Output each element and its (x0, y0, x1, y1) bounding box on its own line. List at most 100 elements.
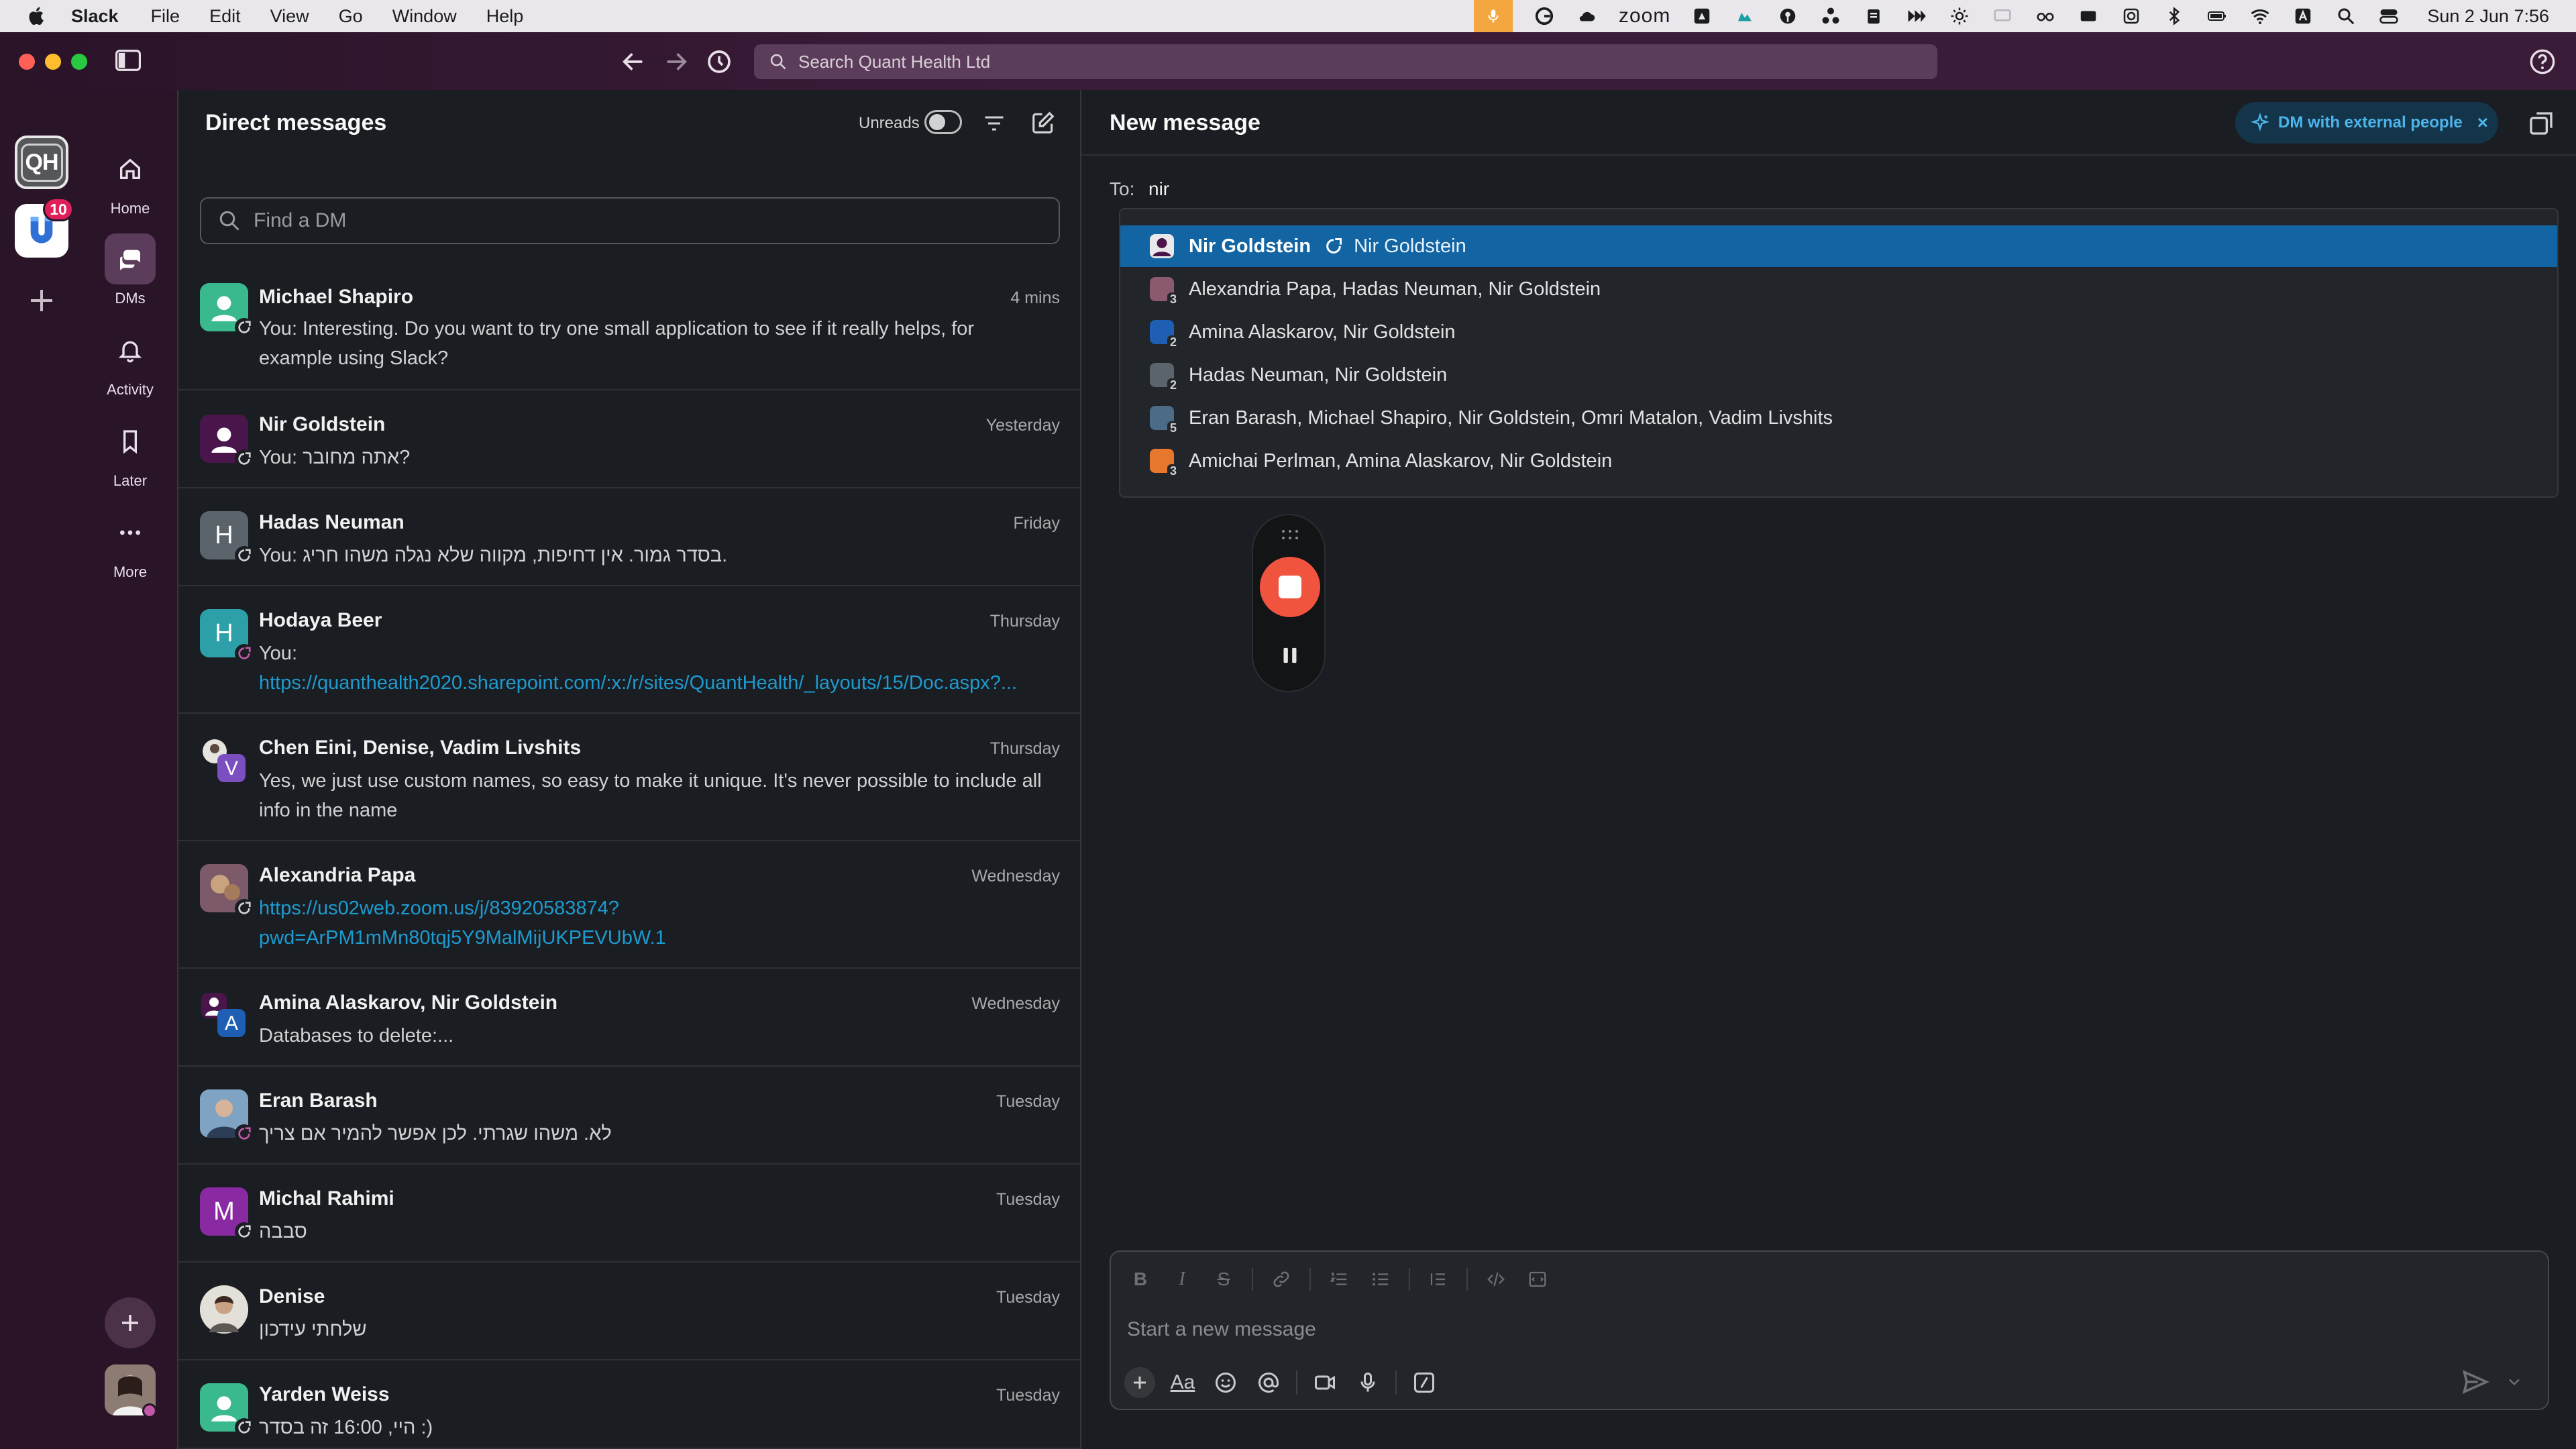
italic-icon[interactable]: I (1169, 1266, 1195, 1293)
suggestion-item[interactable]: 3 Amichai Perlman, Amina Alaskarov, Nir … (1120, 440, 2557, 482)
zoom-link[interactable]: https://us02web.zoom.us/j/83920583874? (259, 894, 1064, 923)
dm-row-group-chen-denise-vadim[interactable]: V Chen Eini, Denise, Vadim Livshits Thur… (178, 714, 1081, 841)
suggestion-item[interactable]: 5 Eran Barash, Michael Shapiro, Nir Gold… (1120, 397, 2557, 439)
pause-icon[interactable] (1277, 643, 1303, 668)
dm-row-eran-barash[interactable]: Eran Barash Tuesday לא. משהו שגרתי. לכן … (178, 1067, 1081, 1165)
send-icon[interactable] (2461, 1367, 2490, 1397)
find-dm-input[interactable]: Find a DM (200, 197, 1060, 244)
minimize-window-button[interactable] (45, 54, 61, 70)
nav-later[interactable]: Later (83, 416, 177, 490)
bluetooth-icon[interactable] (2163, 6, 2186, 26)
suggestion-item[interactable]: 3 Alexandria Papa, Hadas Neuman, Nir Gol… (1120, 268, 2557, 310)
strikethrough-icon[interactable]: S (1210, 1266, 1237, 1293)
nav-dms-label: DMs (115, 290, 146, 307)
forward-arrow-icon[interactable] (663, 48, 690, 75)
external-connection-icon (235, 449, 254, 468)
nav-dms[interactable]: DMs (83, 233, 177, 307)
bullet-list-icon[interactable] (1367, 1266, 1394, 1293)
history-clock-icon[interactable] (706, 48, 733, 75)
brightness-icon[interactable] (1948, 6, 1971, 26)
wifi-icon[interactable] (2249, 6, 2271, 26)
control-center-icon[interactable] (2377, 6, 2400, 26)
screen-mirror-icon[interactable] (1991, 6, 2014, 26)
dm-row-denise[interactable]: Denise Tuesday שלחתי עידכון (178, 1263, 1081, 1360)
formatting-toggle-button[interactable]: Aa (1167, 1367, 1198, 1398)
code-block-icon[interactable] (1524, 1266, 1551, 1293)
connections-icon[interactable] (1819, 6, 1842, 26)
input-source-icon[interactable] (2292, 6, 2314, 26)
nav-more[interactable]: More (83, 507, 177, 581)
glasses-icon[interactable] (2034, 6, 2057, 26)
suggestion-item[interactable]: Nir Goldstein Nir Goldstein (1120, 225, 2557, 267)
display-icon[interactable] (2077, 6, 2100, 26)
menu-help[interactable]: Help (486, 6, 524, 27)
sharepoint-link[interactable]: https://quanthealth2020.sharepoint.com/:… (259, 668, 1064, 698)
dm-row-michal-rahimi[interactable]: M Michal Rahimi Tuesday סבבה (178, 1165, 1081, 1263)
menu-edit[interactable]: Edit (209, 6, 241, 27)
create-new-button[interactable] (105, 1297, 156, 1348)
menu-file[interactable]: File (151, 6, 180, 27)
help-icon[interactable] (2529, 48, 2556, 75)
external-people-chip[interactable]: DM with external people × (2235, 102, 2498, 144)
code-icon[interactable] (1483, 1266, 1509, 1293)
popout-window-icon[interactable] (2528, 110, 2555, 137)
zoom-link-password[interactable]: pwd=ArPM1mMn80tqj5Y9MalMijUKPEVUbW.1 (259, 923, 1064, 953)
dm-row-alexandria-papa[interactable]: Alexandria Papa Wednesday https://us02we… (178, 841, 1081, 969)
unreads-toggle[interactable] (924, 110, 962, 134)
mention-icon[interactable] (1253, 1367, 1284, 1398)
ordered-list-icon[interactable] (1326, 1266, 1352, 1293)
podcast-icon[interactable] (1776, 6, 1799, 26)
zoom-tray-icon[interactable]: zoom (1619, 5, 1670, 28)
dm-row-yarden-weiss[interactable]: Yarden Weiss Tuesday היי, 16:00 זה בסדר … (178, 1360, 1081, 1449)
bell-icon (118, 341, 142, 363)
filter-icon[interactable] (982, 111, 1006, 136)
recipient-input[interactable]: nir (1148, 178, 1169, 200)
menu-app-name[interactable]: Slack (71, 6, 119, 27)
back-arrow-icon[interactable] (620, 48, 647, 75)
dm-row-nir-goldstein[interactable]: Nir Goldstein Yesterday You: אתה מחובר? (178, 390, 1081, 488)
suggestion-item[interactable]: 2 Hadas Neuman, Nir Goldstein (1120, 354, 2557, 396)
menu-go[interactable]: Go (339, 6, 363, 27)
compose-icon[interactable] (1030, 110, 1056, 136)
drive-icon[interactable] (1690, 6, 1713, 26)
nav-home[interactable]: Home (83, 144, 177, 217)
menubar-clock[interactable]: Sun 2 Jun 7:56 (2427, 6, 2549, 27)
link-icon[interactable] (1268, 1266, 1295, 1293)
close-window-button[interactable] (19, 54, 35, 70)
bold-icon[interactable]: B (1127, 1266, 1154, 1293)
spotlight-search-icon[interactable] (2334, 6, 2357, 26)
workspace-search-bar[interactable]: Search Quant Health Ltd (754, 44, 1937, 79)
dm-row-michael-shapiro[interactable]: Michael Shapiro 4 mins You: Interesting.… (178, 263, 1081, 390)
blockquote-icon[interactable] (1425, 1266, 1452, 1293)
add-workspace-icon[interactable] (25, 284, 58, 317)
grammarly-icon[interactable] (1533, 6, 1556, 26)
suggestion-item[interactable]: 2 Amina Alaskarov, Nir Goldstein (1120, 311, 2557, 353)
office-icon[interactable] (2120, 6, 2143, 26)
fullscreen-window-button[interactable] (71, 54, 87, 70)
attach-plus-button[interactable] (1124, 1367, 1155, 1398)
microphone-tray-icon[interactable] (1473, 0, 1513, 32)
sidebar-toggle-icon[interactable] (115, 50, 141, 71)
dm-row-hodaya-beer[interactable]: H Hodaya Beer Thursday You: https://quan… (178, 586, 1081, 714)
nav-activity[interactable]: Activity (83, 325, 177, 398)
clipboard-icon[interactable] (1862, 6, 1885, 26)
workspace-quant-health[interactable]: QH (15, 136, 68, 189)
emoji-icon[interactable] (1210, 1367, 1241, 1398)
close-chip-icon[interactable]: × (2477, 112, 2488, 133)
menu-view[interactable]: View (270, 6, 309, 27)
video-clip-icon[interactable] (1309, 1367, 1340, 1398)
fast-forward-icon[interactable] (1905, 6, 1928, 26)
cloud-app-icon[interactable] (1733, 6, 1756, 26)
apple-logo-icon[interactable] (25, 5, 48, 28)
drag-handle-icon[interactable] (1280, 529, 1300, 541)
menu-window[interactable]: Window (392, 6, 457, 27)
chevron-down-icon[interactable] (2505, 1373, 2524, 1391)
cloud-sync-icon[interactable] (1576, 6, 1599, 26)
dm-row-hadas-neuman[interactable]: H Hadas Neuman Friday You: בסדר גמור. אי… (178, 488, 1081, 586)
external-connection-icon (1326, 237, 1342, 254)
dm-row-amina-nir[interactable]: A Amina Alaskarov, Nir Goldstein Wednesd… (178, 969, 1081, 1067)
microphone-icon[interactable] (1352, 1367, 1383, 1398)
message-input[interactable] (1127, 1316, 2469, 1343)
stop-recording-button[interactable] (1260, 557, 1320, 617)
slash-command-icon[interactable] (1409, 1367, 1440, 1398)
